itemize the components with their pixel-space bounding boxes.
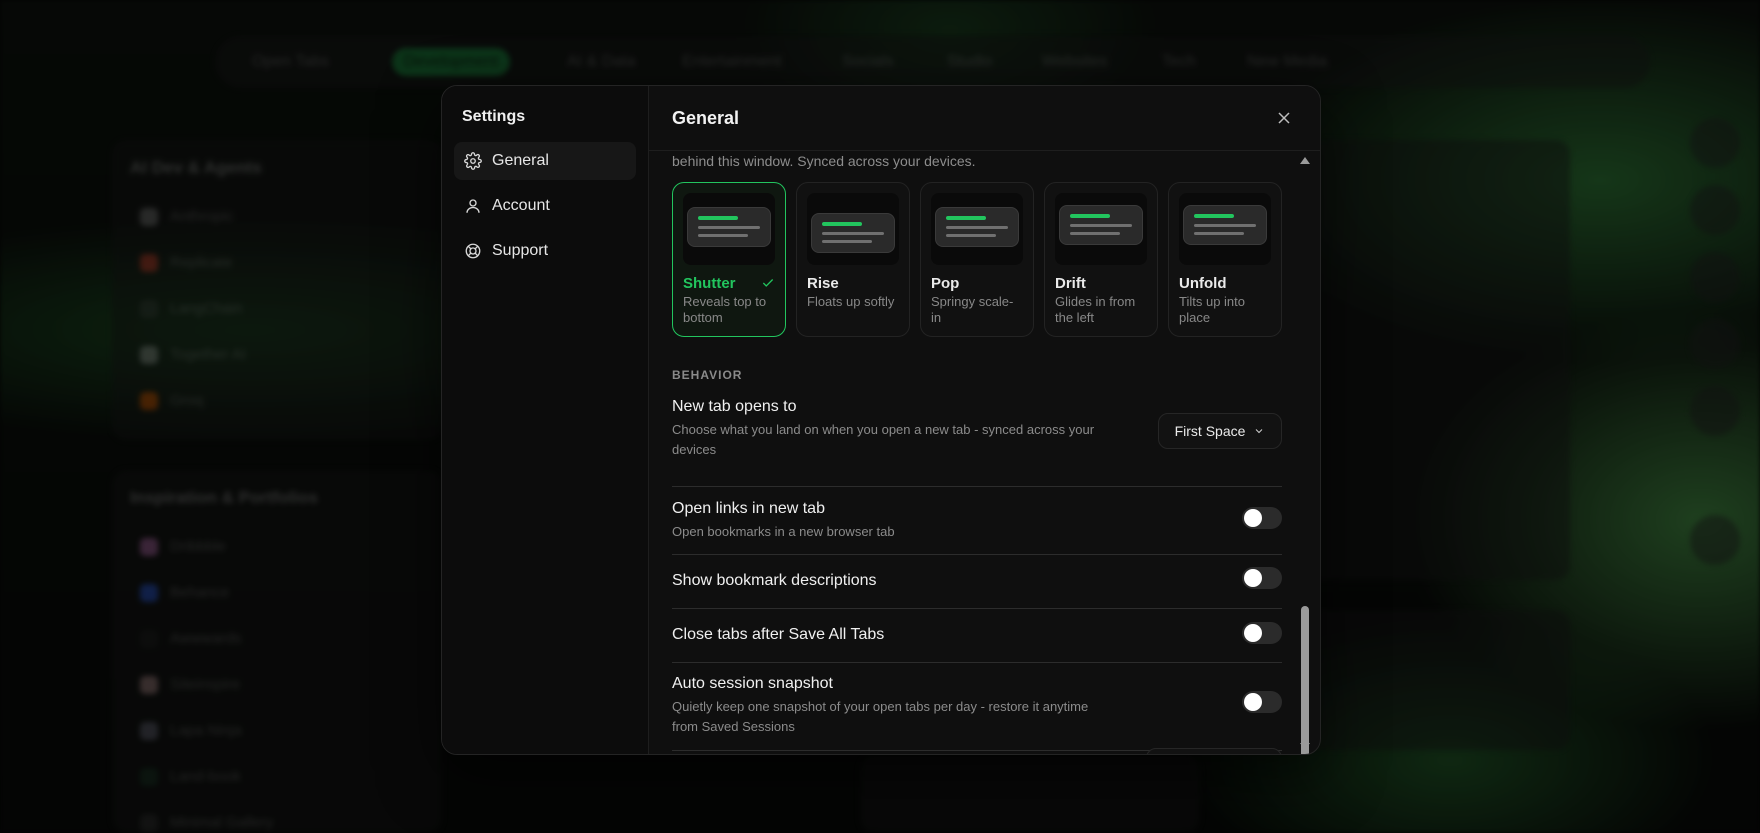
animation-name: Pop (931, 275, 960, 292)
setting-desc: Quietly keep one snapshot of your open t… (672, 699, 1089, 734)
animation-preview (683, 193, 775, 265)
setting-close-tabs: Close tabs after Save All Tabs (672, 609, 1282, 663)
setting-title: Close tabs after Save All Tabs (672, 626, 885, 643)
setting-desc: Choose what you land on when you open a … (672, 422, 1095, 457)
check-icon (761, 276, 775, 290)
open-links-toggle[interactable] (1242, 507, 1282, 529)
section-intro-text: behind this window. Synced across your d… (672, 153, 976, 169)
animation-name: Rise (807, 275, 839, 292)
settings-modal: Settings General Account Support General… (441, 85, 1321, 755)
scrollbar[interactable] (1298, 151, 1312, 754)
main-header: General (649, 86, 1320, 151)
new-tab-select[interactable]: First Space (1158, 413, 1282, 449)
animation-option-pop[interactable]: Pop Springy scale-in (920, 182, 1034, 337)
sidebar-item-general[interactable]: General (454, 142, 636, 180)
chevron-down-icon (1256, 429, 1263, 434)
animation-preview (1179, 193, 1271, 265)
settings-content: behind this window. Synced across your d… (672, 151, 1282, 754)
animation-option-drift[interactable]: Drift Glides in from the left (1044, 182, 1158, 337)
animation-preview (807, 193, 899, 265)
sidebar-item-support[interactable]: Support (454, 232, 636, 270)
page-title: General (672, 108, 740, 128)
scroll-up-icon[interactable] (1299, 155, 1311, 165)
lifebuoy-icon (465, 243, 481, 259)
setting-new-tab: New tab opens to Choose what you land on… (672, 398, 1282, 487)
sidebar-item-label: General (492, 152, 549, 169)
animation-preview (1055, 193, 1147, 265)
animation-desc: Floats up softly (807, 294, 895, 309)
setting-desc: Open bookmarks in a new browser tab (672, 524, 895, 539)
settings-main: General behind this window. Synced acros… (649, 86, 1320, 754)
sidebar-item-label: Account (492, 197, 550, 214)
animation-desc: Tilts up into place (1179, 294, 1245, 325)
setting-title: Auto session snapshot (672, 675, 833, 692)
animation-options: Shutter Reveals top to bottom Rise Float… (672, 182, 1282, 337)
animation-option-unfold[interactable]: Unfold Tilts up into place (1168, 182, 1282, 337)
setting-title: Open links in new tab (672, 500, 825, 517)
next-setting-control[interactable] (1146, 748, 1282, 754)
animation-desc: Glides in from the left (1055, 294, 1136, 325)
select-value: First Space (1174, 423, 1246, 439)
gear-icon (464, 152, 482, 170)
setting-show-descriptions: Show bookmark descriptions (672, 555, 1282, 609)
animation-desc: Reveals top to bottom (683, 294, 767, 325)
animation-option-shutter[interactable]: Shutter Reveals top to bottom (672, 182, 786, 337)
sidebar-item-account[interactable]: Account (454, 187, 636, 225)
setting-open-links: Open links in new tab Open bookmarks in … (672, 500, 1282, 555)
animation-preview (931, 193, 1023, 265)
scroll-down-icon[interactable] (1299, 742, 1311, 752)
close-icon (1278, 112, 1290, 124)
close-button[interactable] (1274, 108, 1294, 128)
auto-snapshot-toggle[interactable] (1242, 691, 1282, 713)
animation-name: Drift (1055, 275, 1086, 292)
sidebar-title: Settings (462, 108, 526, 125)
setting-title: Show bookmark descriptions (672, 572, 877, 589)
animation-option-rise[interactable]: Rise Floats up softly (796, 182, 910, 337)
scroll-thumb[interactable] (1301, 606, 1309, 754)
sidebar-item-label: Support (492, 242, 549, 259)
animation-name: Unfold (1179, 275, 1227, 292)
show-descriptions-toggle[interactable] (1242, 567, 1282, 589)
settings-sidebar: Settings General Account Support (442, 86, 649, 754)
close-tabs-toggle[interactable] (1242, 622, 1282, 644)
animation-desc: Springy scale-in (931, 294, 1014, 325)
section-label-behavior: BEHAVIOR (672, 368, 743, 382)
setting-auto-snapshot: Auto session snapshot Quietly keep one s… (672, 663, 1282, 751)
user-icon (466, 199, 480, 213)
